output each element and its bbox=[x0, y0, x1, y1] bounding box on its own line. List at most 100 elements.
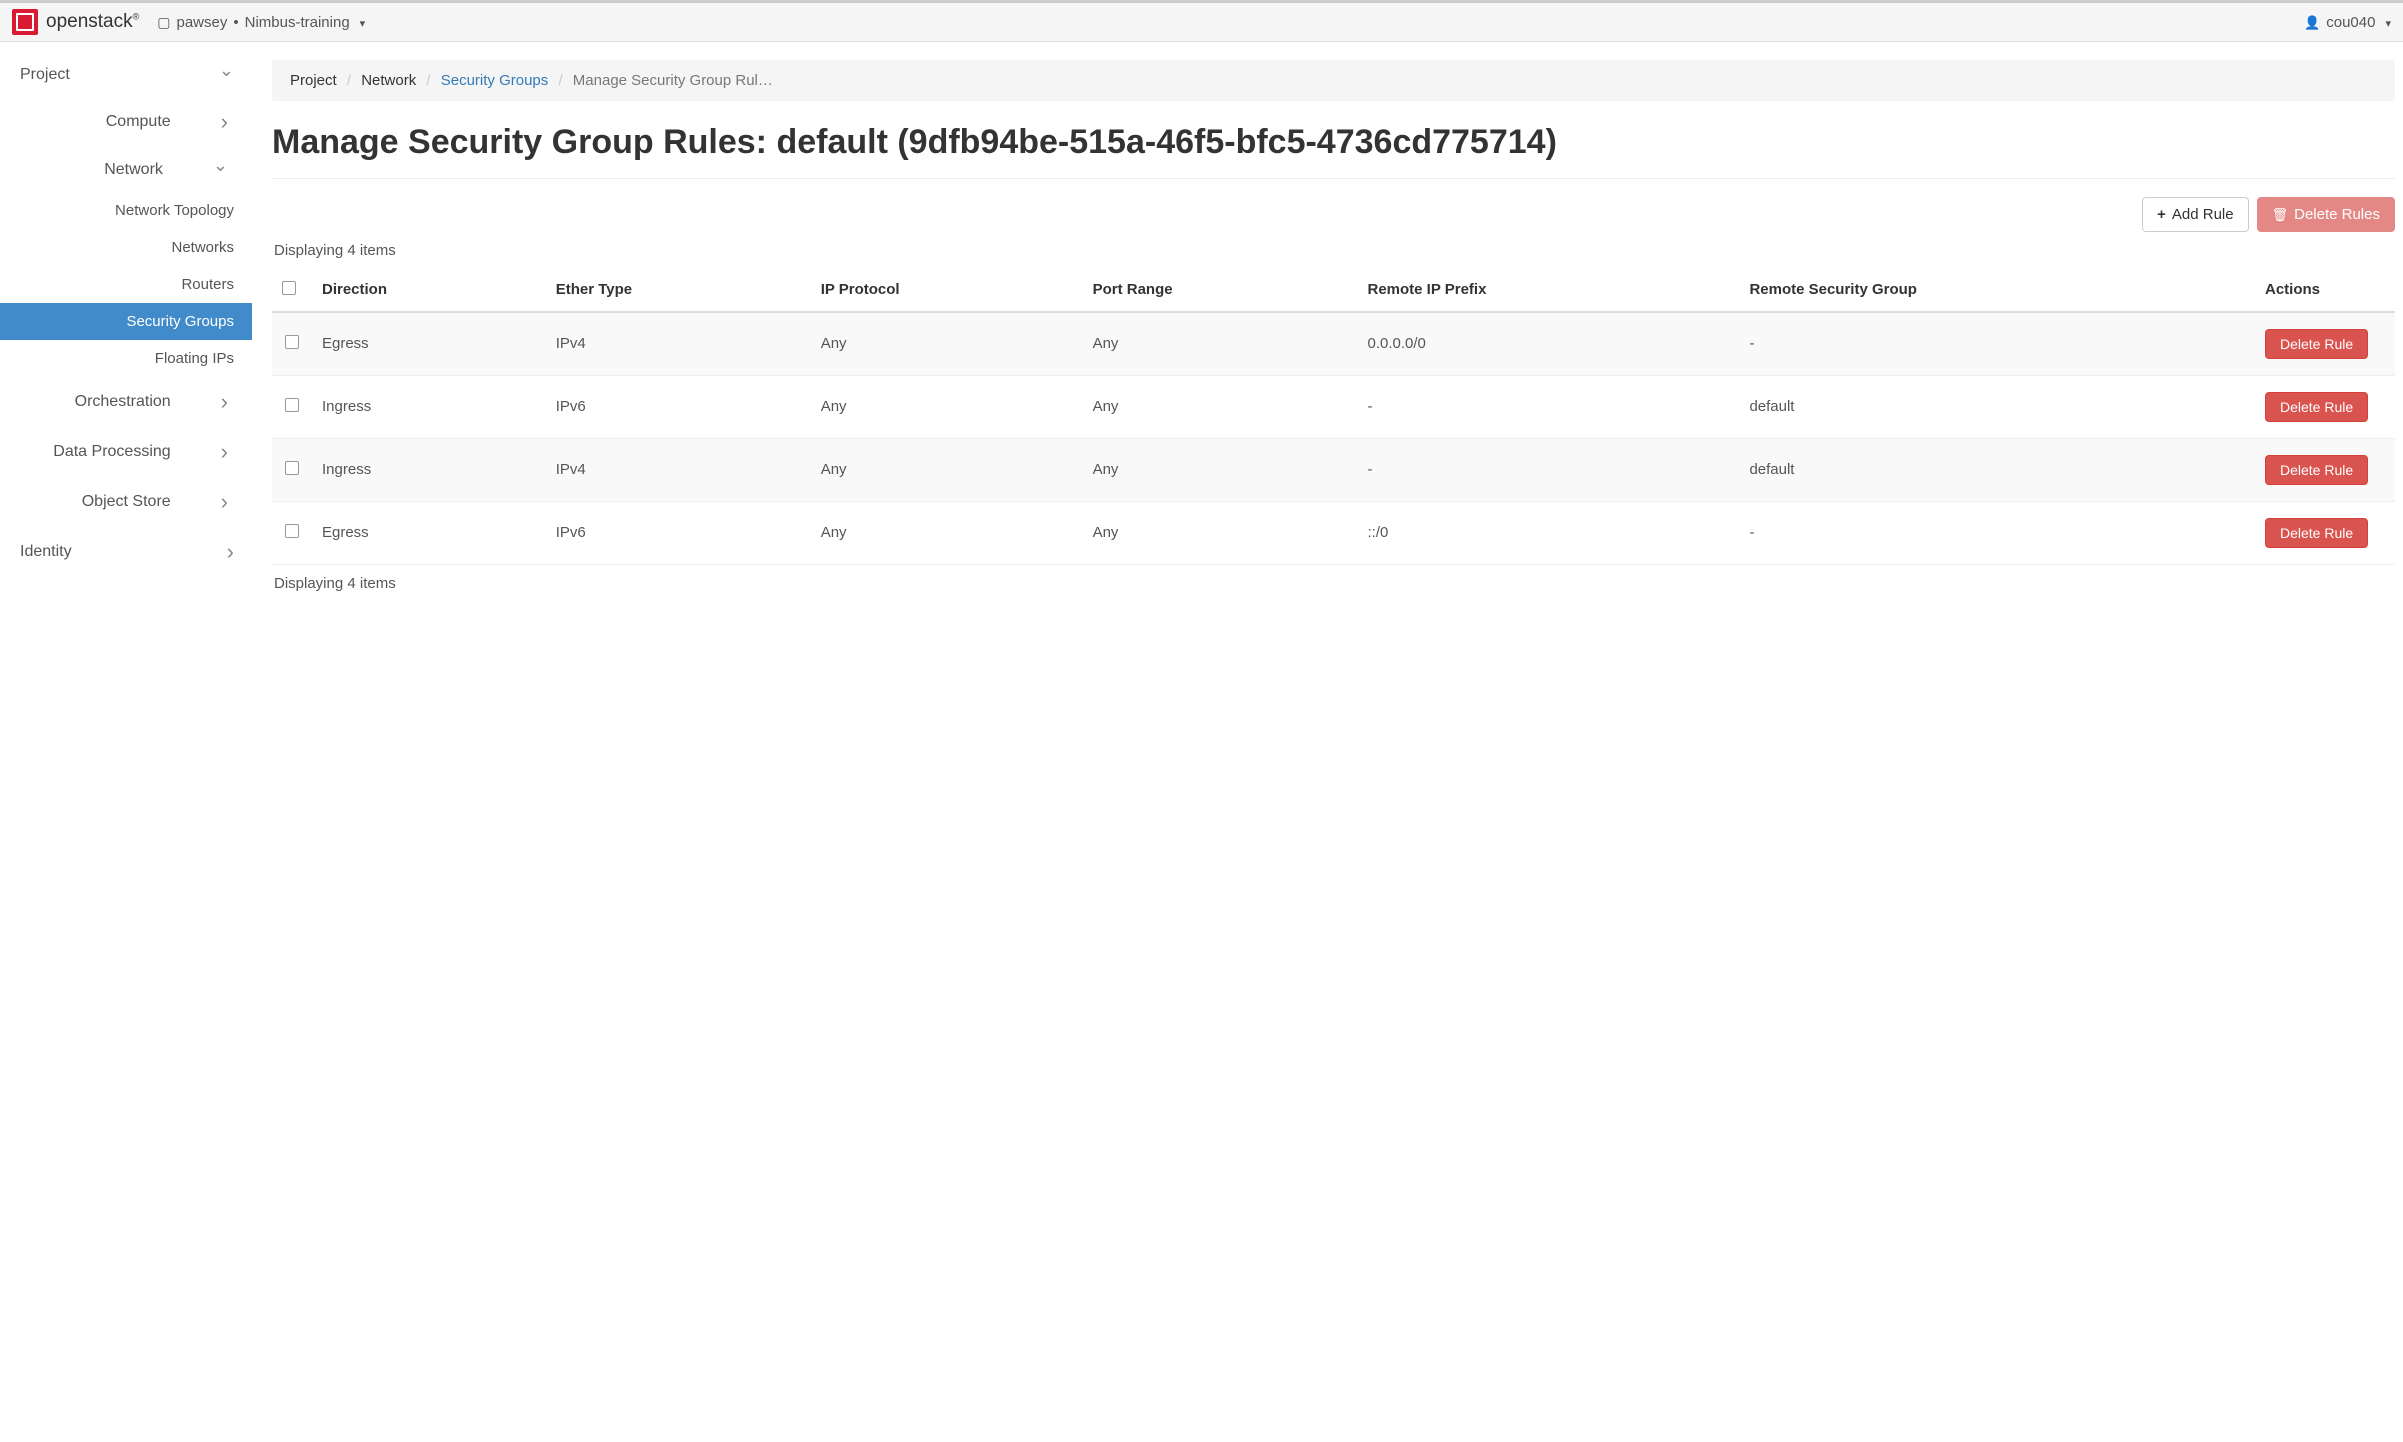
cell-remote-ip: ::/0 bbox=[1357, 501, 1739, 564]
cell-direction: Ingress bbox=[312, 375, 546, 438]
cell-port: Any bbox=[1083, 501, 1358, 564]
cell-port: Any bbox=[1083, 375, 1358, 438]
delete-rule-button[interactable]: Delete Rule bbox=[2265, 392, 2368, 422]
table-header-row: Direction Ether Type IP Protocol Port Ra… bbox=[272, 269, 2395, 312]
delete-rule-button[interactable]: Delete Rule bbox=[2265, 518, 2368, 548]
sidebar-item-object-store[interactable]: Object Store bbox=[0, 477, 252, 527]
cell-remote-sg: default bbox=[1739, 375, 2255, 438]
table-caption-bottom: Displaying 4 items bbox=[274, 575, 2395, 592]
chevron-down-icon bbox=[356, 14, 366, 31]
chevron-right-icon bbox=[221, 389, 228, 415]
cell-proto: Any bbox=[811, 438, 1083, 501]
breadcrumb-security-groups[interactable]: Security Groups bbox=[441, 72, 549, 89]
sidebar-item-label: Network bbox=[20, 161, 163, 179]
sidebar-item-data-processing[interactable]: Data Processing bbox=[0, 427, 252, 477]
breadcrumb: Project / Network / Security Groups / Ma… bbox=[272, 60, 2395, 101]
user-menu[interactable]: cou040 bbox=[2304, 14, 2391, 31]
main-content: Project / Network / Security Groups / Ma… bbox=[252, 42, 2403, 622]
project-switcher[interactable]: pawsey • Nimbus-training bbox=[157, 14, 365, 31]
col-direction[interactable]: Direction bbox=[312, 269, 546, 312]
add-rule-button[interactable]: Add Rule bbox=[2142, 197, 2248, 232]
chevron-right-icon bbox=[227, 539, 234, 565]
plus-icon bbox=[2157, 206, 2166, 223]
sidebar-item-label: Project bbox=[20, 66, 70, 84]
cell-direction: Egress bbox=[312, 312, 546, 376]
col-actions: Actions bbox=[2255, 269, 2395, 312]
sidebar-item-networks[interactable]: Networks bbox=[0, 229, 252, 266]
trash-icon bbox=[2272, 206, 2289, 223]
col-ip-protocol[interactable]: IP Protocol bbox=[811, 269, 1083, 312]
sidebar-item-routers[interactable]: Routers bbox=[0, 266, 252, 303]
page-title: Manage Security Group Rules: default (9d… bbox=[272, 121, 2395, 179]
openstack-icon bbox=[12, 9, 38, 35]
project-name: Nimbus-training bbox=[245, 14, 350, 31]
table-row: IngressIPv4AnyAny-defaultDelete Rule bbox=[272, 438, 2395, 501]
cell-proto: Any bbox=[811, 312, 1083, 376]
cell-ether: IPv6 bbox=[546, 501, 811, 564]
cell-ether: IPv4 bbox=[546, 438, 811, 501]
sidebar-item-network-topology[interactable]: Network Topology bbox=[0, 192, 252, 229]
cell-remote-ip: - bbox=[1357, 375, 1739, 438]
sidebar-item-label: Object Store bbox=[20, 493, 171, 511]
rules-table: Direction Ether Type IP Protocol Port Ra… bbox=[272, 269, 2395, 565]
user-name: cou040 bbox=[2326, 14, 2375, 31]
col-ether-type[interactable]: Ether Type bbox=[546, 269, 811, 312]
chevron-right-icon bbox=[221, 109, 228, 135]
table-row: EgressIPv6AnyAny::/0-Delete Rule bbox=[272, 501, 2395, 564]
cell-proto: Any bbox=[811, 501, 1083, 564]
delete-rule-button[interactable]: Delete Rule bbox=[2265, 455, 2368, 485]
cell-port: Any bbox=[1083, 312, 1358, 376]
sidebar: Project Compute Network Network Topology… bbox=[0, 42, 252, 622]
cell-remote-ip: 0.0.0.0/0 bbox=[1357, 312, 1739, 376]
row-checkbox[interactable] bbox=[285, 398, 299, 412]
sidebar-item-label: Identity bbox=[20, 543, 72, 561]
chevron-down-icon bbox=[213, 159, 228, 180]
brand-logo[interactable]: openstack® bbox=[12, 9, 139, 35]
sidebar-item-project[interactable]: Project bbox=[0, 52, 252, 97]
user-icon bbox=[2304, 14, 2320, 31]
cell-remote-ip: - bbox=[1357, 438, 1739, 501]
action-bar: Add Rule Delete Rules bbox=[272, 197, 2395, 232]
cell-port: Any bbox=[1083, 438, 1358, 501]
cell-ether: IPv6 bbox=[546, 375, 811, 438]
row-checkbox[interactable] bbox=[285, 524, 299, 538]
table-row: EgressIPv4AnyAny0.0.0.0/0-Delete Rule bbox=[272, 312, 2395, 376]
sidebar-item-identity[interactable]: Identity bbox=[0, 527, 252, 577]
navbar-left: openstack® pawsey • Nimbus-training bbox=[12, 9, 365, 35]
navbar: openstack® pawsey • Nimbus-training cou0… bbox=[0, 0, 2403, 42]
cell-ether: IPv4 bbox=[546, 312, 811, 376]
chevron-down-icon bbox=[219, 64, 234, 85]
brand-text: openstack® bbox=[46, 11, 139, 33]
chevron-down-icon bbox=[2381, 14, 2391, 31]
row-checkbox[interactable] bbox=[285, 461, 299, 475]
sidebar-item-orchestration[interactable]: Orchestration bbox=[0, 377, 252, 427]
sidebar-item-compute[interactable]: Compute bbox=[0, 97, 252, 147]
sidebar-item-label: Compute bbox=[20, 113, 171, 131]
row-checkbox[interactable] bbox=[285, 335, 299, 349]
chevron-right-icon bbox=[221, 489, 228, 515]
cell-remote-sg: default bbox=[1739, 438, 2255, 501]
cell-direction: Ingress bbox=[312, 438, 546, 501]
col-remote-ip[interactable]: Remote IP Prefix bbox=[1357, 269, 1739, 312]
select-all-checkbox[interactable] bbox=[282, 281, 296, 295]
chevron-right-icon bbox=[221, 439, 228, 465]
table-caption-top: Displaying 4 items bbox=[274, 242, 2395, 259]
delete-rules-button[interactable]: Delete Rules bbox=[2257, 197, 2395, 232]
sidebar-item-floating-ips[interactable]: Floating IPs bbox=[0, 340, 252, 377]
sidebar-item-label: Orchestration bbox=[20, 393, 171, 411]
cell-remote-sg: - bbox=[1739, 312, 2255, 376]
sidebar-item-network[interactable]: Network bbox=[0, 147, 252, 192]
breadcrumb-project[interactable]: Project bbox=[290, 72, 337, 89]
delete-rule-button[interactable]: Delete Rule bbox=[2265, 329, 2368, 359]
domain-icon bbox=[157, 14, 170, 31]
col-port-range[interactable]: Port Range bbox=[1083, 269, 1358, 312]
cell-proto: Any bbox=[811, 375, 1083, 438]
table-row: IngressIPv6AnyAny-defaultDelete Rule bbox=[272, 375, 2395, 438]
sidebar-item-label: Data Processing bbox=[20, 443, 171, 461]
sidebar-item-security-groups[interactable]: Security Groups bbox=[0, 303, 252, 340]
col-remote-sg[interactable]: Remote Security Group bbox=[1739, 269, 2255, 312]
cell-direction: Egress bbox=[312, 501, 546, 564]
breadcrumb-network[interactable]: Network bbox=[361, 72, 416, 89]
breadcrumb-current: Manage Security Group Rul… bbox=[573, 72, 773, 89]
cell-remote-sg: - bbox=[1739, 501, 2255, 564]
